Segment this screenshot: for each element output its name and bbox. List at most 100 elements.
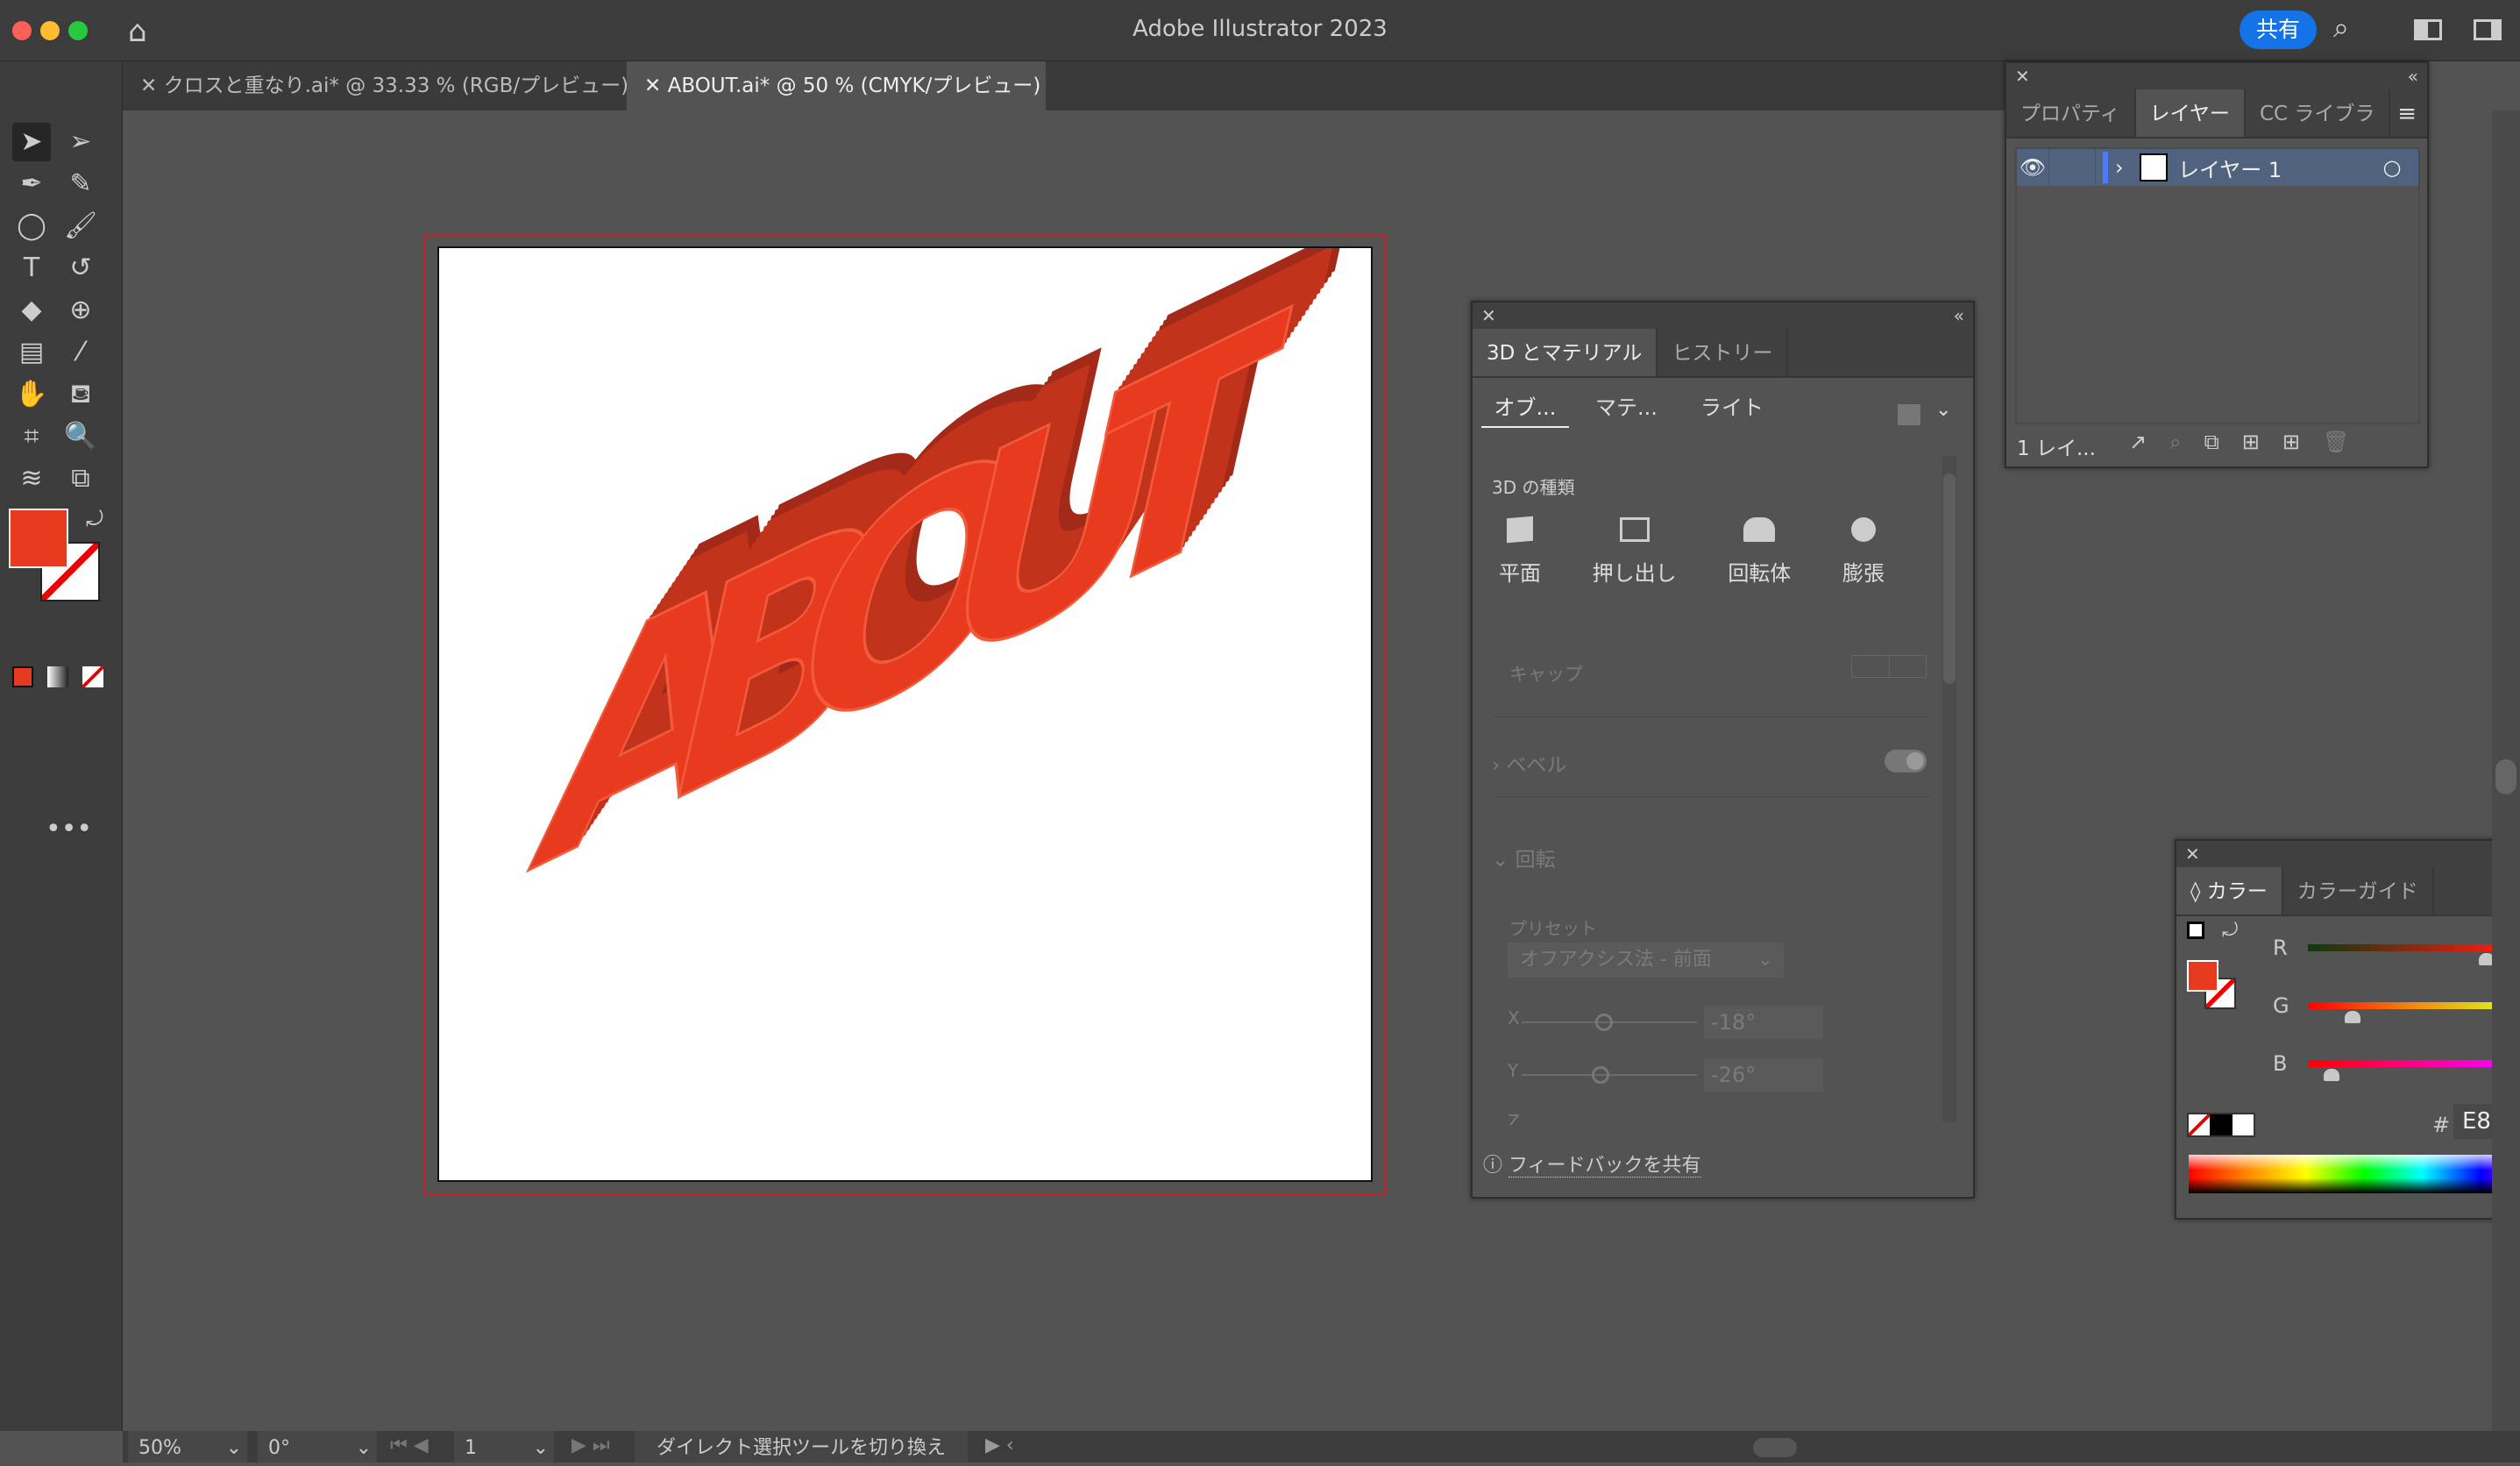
gradient-mode-icon[interactable] xyxy=(47,666,68,687)
r-channel[interactable]: R xyxy=(2273,936,2520,993)
status-text[interactable]: ダイレクト選択ツールを切り換え xyxy=(635,1431,968,1462)
search-icon[interactable]: ⌕ xyxy=(2333,11,2349,45)
expand-chevron-icon[interactable]: › xyxy=(2115,155,2134,180)
feedback-link[interactable]: ⓘ フィードバックを共有 xyxy=(1483,1149,1701,1178)
render-icon[interactable] xyxy=(1898,404,1920,425)
curvature-tool-icon[interactable]: ✎ xyxy=(61,165,100,203)
chevron-down-icon[interactable]: ⌄ xyxy=(1935,399,1951,421)
y-slider[interactable] xyxy=(1522,1066,1697,1084)
next-artboard-icon[interactable]: ▶ ⏭ xyxy=(571,1434,610,1456)
more-tools-icon[interactable]: ••• xyxy=(46,814,92,844)
type-extrude-button[interactable]: 押し出し xyxy=(1593,517,1677,587)
selection-tool-icon[interactable]: ➤ xyxy=(12,123,51,161)
tab-history[interactable]: ヒストリー xyxy=(1658,329,1789,376)
pen-tool-icon[interactable]: ✒ xyxy=(12,165,51,203)
panel-toggle-icon[interactable] xyxy=(2474,19,2502,40)
horizontal-scrollbar-thumb[interactable] xyxy=(1753,1438,1797,1457)
gradient-tool-icon[interactable]: ▤ xyxy=(12,333,51,372)
b-channel[interactable]: B xyxy=(2273,1051,2520,1109)
close-panel-icon[interactable]: ✕ xyxy=(2015,66,2030,87)
close-panel-icon[interactable]: ✕ xyxy=(2185,843,2200,865)
zoom-tool-icon[interactable]: 🔍 xyxy=(61,417,100,456)
close-panel-icon[interactable]: ✕ xyxy=(1481,305,1496,326)
artboard-tool-icon[interactable]: ⌗ xyxy=(12,417,51,456)
x-value-field[interactable]: -18° xyxy=(1704,1006,1823,1039)
cap-toggle[interactable] xyxy=(1851,655,1927,678)
status-menu-icon[interactable]: ▶ ‹ xyxy=(985,1434,1014,1456)
tab-properties[interactable]: プロパティ xyxy=(2006,89,2136,137)
zoom-level-field[interactable]: 50% ⌄ xyxy=(128,1431,247,1462)
swap-colors-icon[interactable]: ⤾ xyxy=(2222,920,2238,942)
fill-swatch-front[interactable] xyxy=(9,509,68,568)
swap-fill-stroke-icon[interactable]: ⤾ xyxy=(86,507,103,531)
r-slider[interactable] xyxy=(2308,944,2504,951)
chevron-down-icon[interactable]: ⌄ xyxy=(356,1431,372,1466)
layer-name[interactable]: レイヤー 1 xyxy=(2178,153,2366,183)
clipping-mask-icon[interactable]: ⧉ xyxy=(2204,430,2242,454)
color-spectrum[interactable] xyxy=(2189,1155,2520,1193)
tab-cross-overlap[interactable]: ✕ クロスと重なり.ai* @ 33.33 % (RGB/プレビュー) xyxy=(123,61,628,110)
paintbrush-tool-icon[interactable]: 🖌 xyxy=(61,207,100,246)
export-icon[interactable]: ↗ xyxy=(2129,430,2169,454)
default-colors-icon[interactable] xyxy=(2187,922,2204,939)
width-tool-icon[interactable]: ≋ xyxy=(12,459,51,498)
scrollbar-thumb[interactable] xyxy=(2495,759,2516,794)
panel-menu-icon[interactable]: ≡ xyxy=(2390,89,2427,137)
tab-3d-materials[interactable]: 3D とマテリアル xyxy=(1473,329,1658,376)
collapse-panel-icon[interactable]: « xyxy=(2408,63,2418,89)
shape-builder-tool-icon[interactable]: ⊕ xyxy=(61,291,100,330)
black-swatch[interactable] xyxy=(2210,1114,2233,1135)
fill-swatch[interactable] xyxy=(2187,960,2218,992)
eyedropper-tool-icon[interactable]: ⁄ xyxy=(61,333,100,372)
bevel-toggle[interactable] xyxy=(1885,750,1927,772)
type-inflate-button[interactable]: 膨張 xyxy=(1842,517,1885,587)
rotation-section[interactable]: ⌄ 回転 xyxy=(1492,843,1556,872)
artboard[interactable]: ABOUT ABOUT ABOUT ABOUT ABOUT ABOUT ABOUT ABOUT… xyxy=(437,170,1374,1184)
tab-color[interactable]: ◊ カラー xyxy=(2176,867,2283,914)
subtab-light[interactable]: ライト xyxy=(1700,390,1764,421)
g-channel[interactable]: G xyxy=(2273,993,2520,1051)
direct-selection-tool-icon[interactable]: ➢ xyxy=(61,123,100,161)
color-mode-icon[interactable] xyxy=(12,666,33,687)
cap-on-icon[interactable] xyxy=(1852,656,1890,677)
g-slider[interactable] xyxy=(2308,1002,2504,1009)
trash-icon[interactable]: 🗑 xyxy=(2323,430,2372,454)
bevel-section[interactable]: › ベベル xyxy=(1492,748,1567,778)
close-tab-icon[interactable]: ✕ xyxy=(140,75,164,97)
locate-object-icon[interactable]: ⌕ xyxy=(2169,430,2204,454)
puppet-warp-tool-icon[interactable]: ✋ xyxy=(12,375,51,414)
chevron-down-icon[interactable]: ⌄ xyxy=(533,1431,549,1466)
new-sublayer-icon[interactable]: ⊞ xyxy=(2242,430,2282,454)
workspace-layout-icon[interactable] xyxy=(2414,19,2442,40)
white-swatch[interactable] xyxy=(2233,1114,2254,1135)
perspective-tool-icon[interactable]: ⧉ xyxy=(61,459,100,498)
none-swatch[interactable] xyxy=(2189,1114,2210,1135)
b-slider-thumb[interactable] xyxy=(2324,1069,2340,1081)
b-slider[interactable] xyxy=(2308,1060,2504,1067)
about-3d-artwork[interactable]: ABOUTABOUTABOUTABOUTABOUTABOUTABOUTABOUT… xyxy=(439,170,1374,1184)
eraser-tool-icon[interactable]: ◆ xyxy=(12,291,51,330)
live-paint-tool-icon[interactable]: ⛾ xyxy=(61,375,100,414)
ellipse-tool-icon[interactable]: ◯ xyxy=(12,207,51,246)
type-tool-icon[interactable]: T xyxy=(12,249,51,288)
lock-toggle[interactable] xyxy=(2048,149,2096,186)
share-button[interactable]: 共有 xyxy=(2240,11,2317,49)
tab-about[interactable]: ✕ ABOUT.ai* @ 50 % (CMYK/プレビュー) xyxy=(627,61,1046,110)
target-icon[interactable]: ○ xyxy=(2366,155,2418,180)
panel-scrollbar[interactable] xyxy=(1942,456,1956,1122)
subtab-object[interactable]: オブ... xyxy=(1481,390,1569,428)
collapse-panel-icon[interactable]: « xyxy=(1954,302,1964,329)
g-slider-thumb[interactable] xyxy=(2344,1011,2360,1023)
cap-off-icon[interactable] xyxy=(1890,656,1927,677)
rotation-field[interactable]: 0° ⌄ xyxy=(258,1431,377,1462)
eye-icon[interactable]: 👁 xyxy=(2017,155,2048,180)
chevron-down-icon[interactable]: ⌄ xyxy=(226,1431,242,1466)
type-revolve-button[interactable]: 回転体 xyxy=(1728,517,1791,587)
layer-row[interactable]: 👁 › レイヤー 1 ○ xyxy=(2017,149,2418,186)
x-slider[interactable] xyxy=(1522,1014,1697,1031)
none-mode-icon[interactable] xyxy=(82,666,103,687)
type-plane-button[interactable]: 平面 xyxy=(1499,516,1541,587)
y-value-field[interactable]: -26° xyxy=(1704,1058,1823,1092)
vertical-scrollbar[interactable] xyxy=(2492,110,2520,1431)
tab-cc-libraries[interactable]: CC ライブラ xyxy=(2246,89,2391,137)
